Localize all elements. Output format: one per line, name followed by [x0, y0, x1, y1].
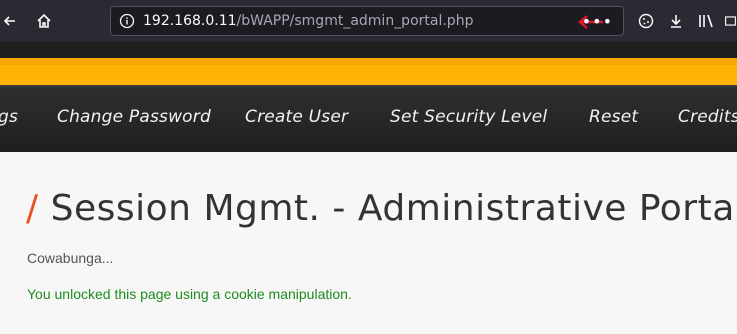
nav-item-change-password[interactable]: Change Password — [57, 107, 211, 127]
address-bar[interactable]: 192.168.0.11/bWAPP/smgmt_admin_portal.ph… — [110, 6, 624, 36]
home-icon[interactable] — [34, 11, 54, 31]
browser-toolbar: 192.168.0.11/bWAPP/smgmt_admin_portal.ph… — [0, 0, 737, 42]
more-icon[interactable]: ••• — [582, 12, 613, 31]
main-nav: gs Change Password Create User Set Secur… — [0, 85, 737, 152]
page-title: / Session Mgmt. - Administrative Portals — [26, 188, 737, 229]
nav-item-create-user[interactable]: Create User — [245, 107, 348, 127]
reader-icon[interactable] — [724, 11, 737, 31]
library-icon[interactable] — [696, 11, 716, 31]
title-slash: / — [26, 188, 39, 229]
success-message: You unlocked this page using a cookie ma… — [27, 286, 352, 302]
info-icon[interactable] — [119, 13, 135, 29]
orange-band — [0, 42, 737, 85]
cookie-icon[interactable] — [636, 11, 656, 31]
message-text: Cowabunga... — [27, 250, 114, 266]
nav-item-partial[interactable]: gs — [0, 107, 18, 127]
back-icon[interactable] — [0, 11, 20, 31]
nav-item-reset[interactable]: Reset — [589, 107, 638, 127]
main-content: / Session Mgmt. - Administrative Portals … — [0, 152, 737, 334]
nav-item-credits[interactable]: Credits — [678, 107, 737, 127]
url-host: 192.168.0.11 — [143, 13, 237, 29]
url-path: /bWAPP/smgmt_admin_portal.php — [236, 13, 474, 29]
url-text[interactable]: 192.168.0.11/bWAPP/smgmt_admin_portal.ph… — [143, 13, 473, 29]
download-icon[interactable] — [666, 11, 686, 31]
nav-item-set-security-level[interactable]: Set Security Level — [390, 107, 547, 127]
page-title-text: Session Mgmt. - Administrative Portals — [50, 188, 737, 229]
